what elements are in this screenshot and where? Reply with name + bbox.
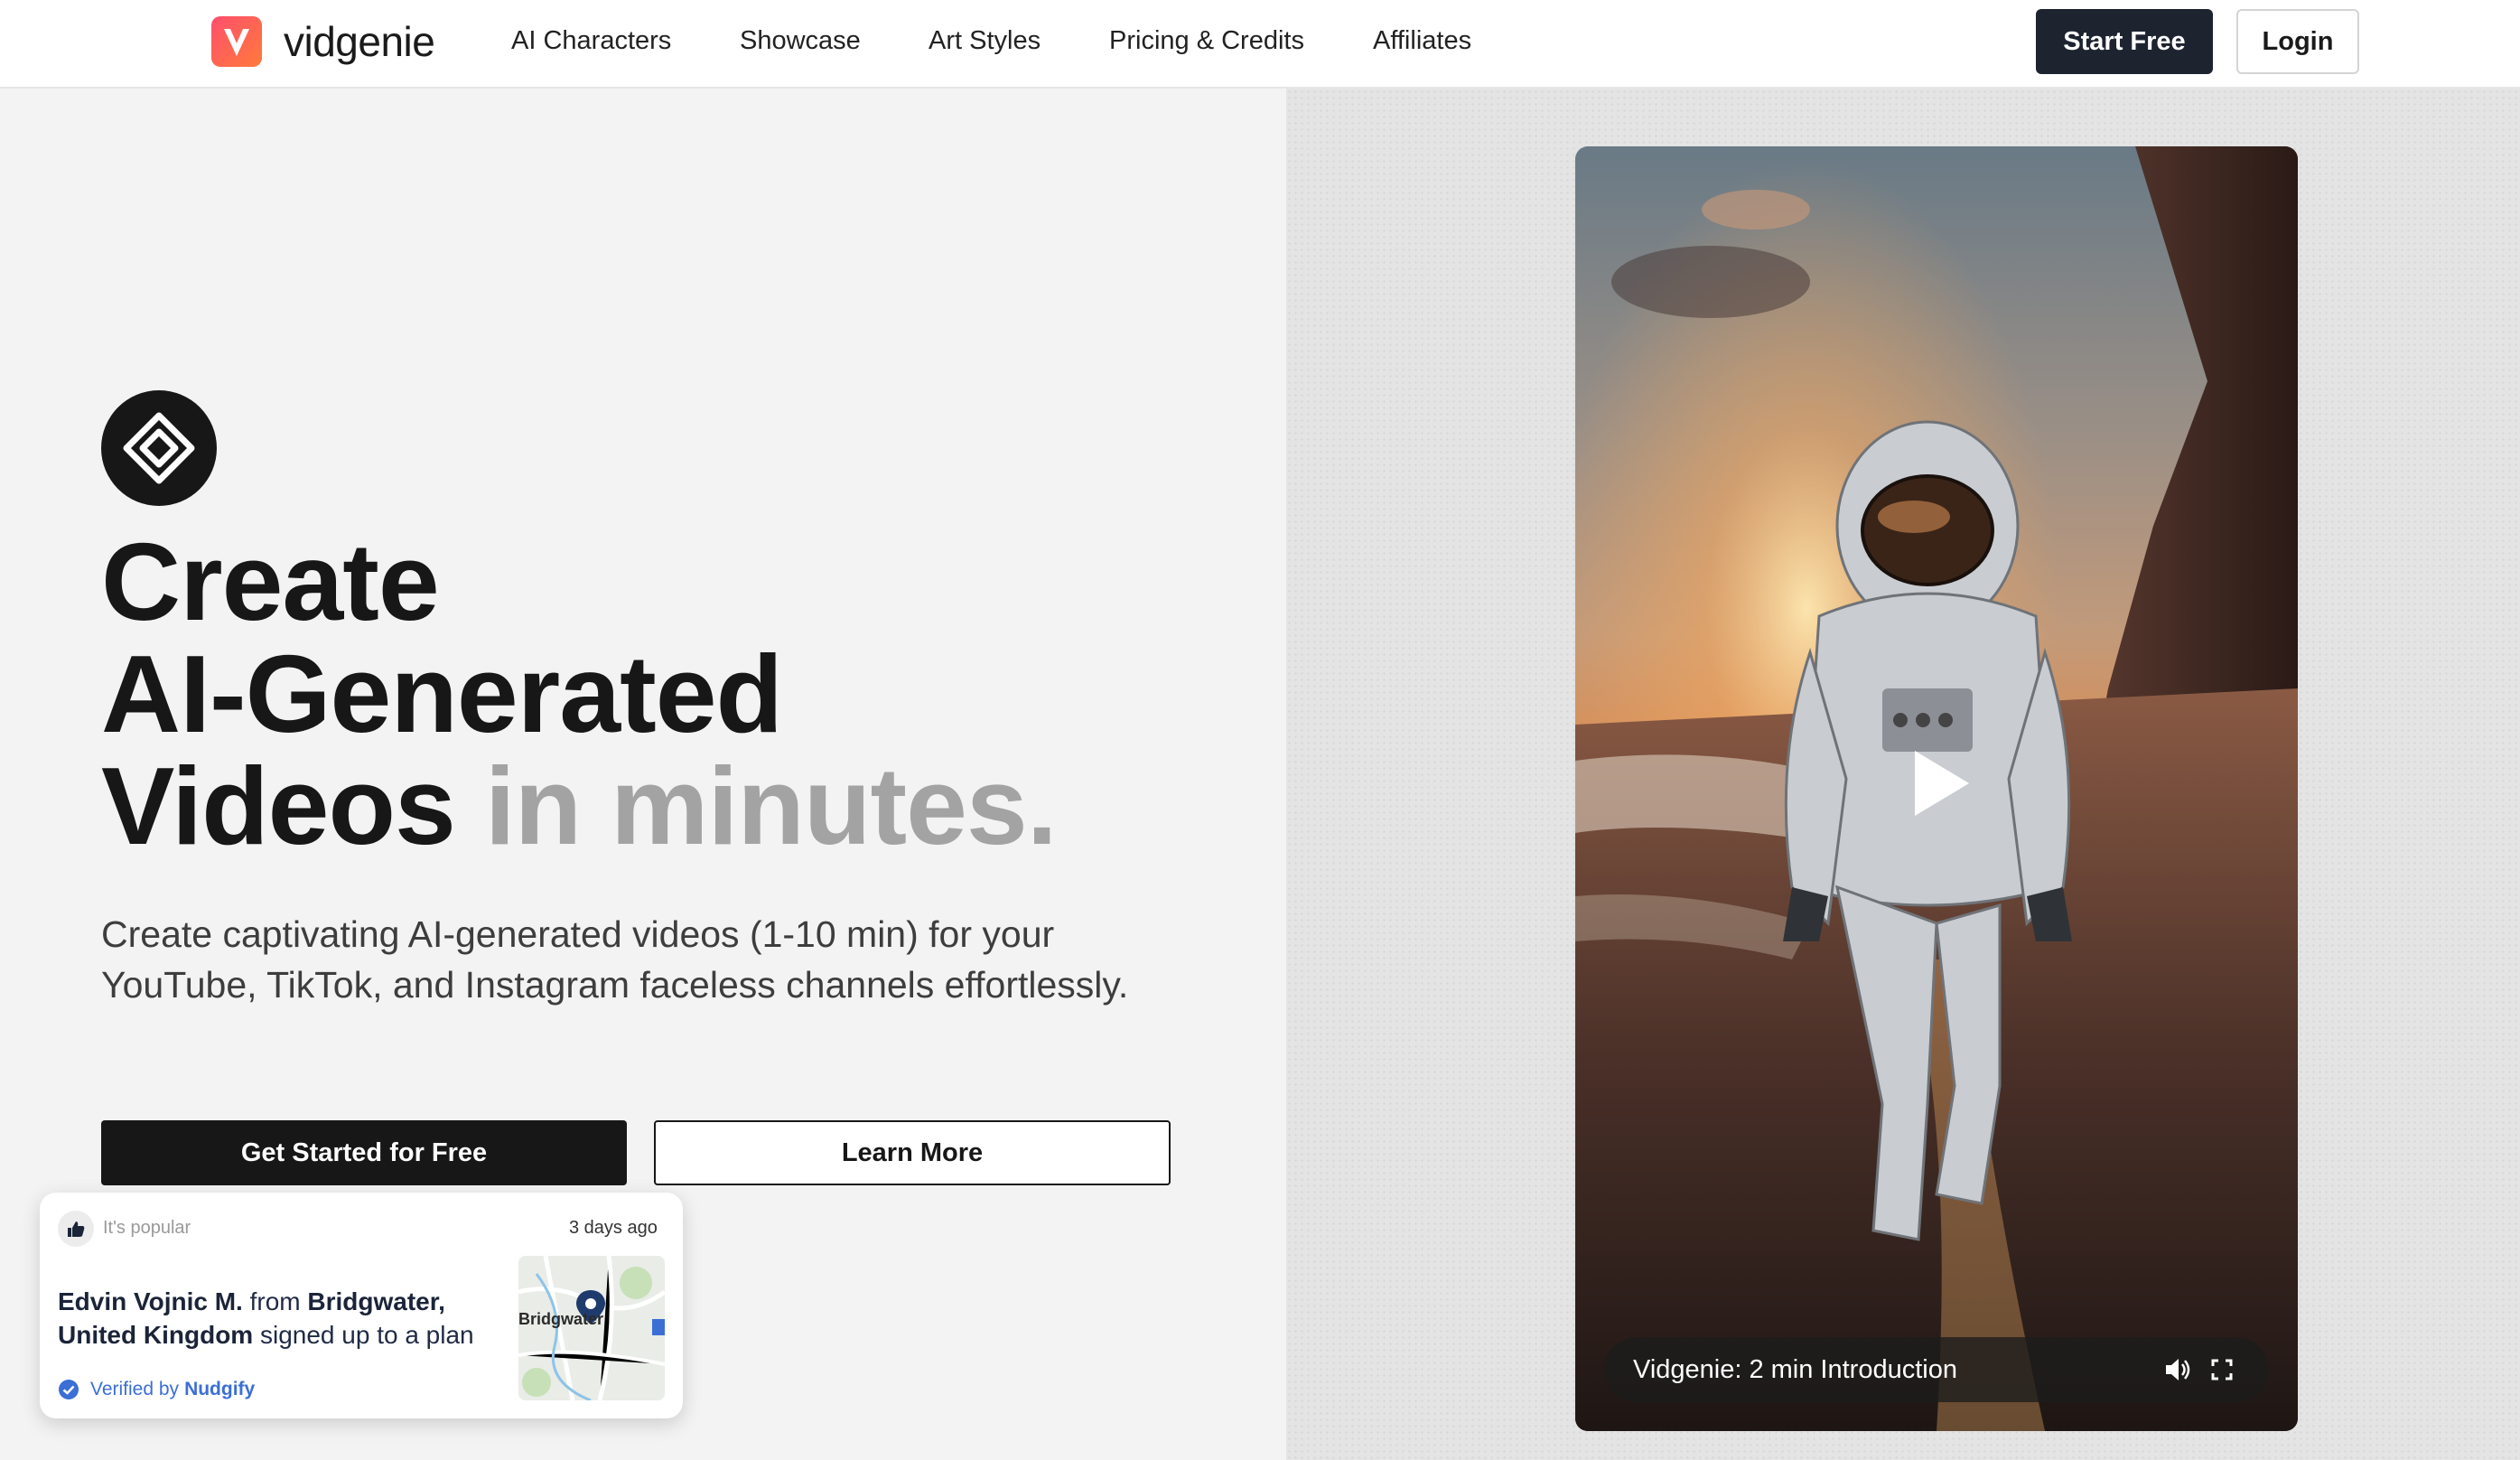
hero-subtitle: Create captivating AI-generated videos (… xyxy=(101,913,1129,1006)
hero-title-in-minutes: in minutes. xyxy=(484,744,1058,867)
thumbs-up-icon xyxy=(58,1211,94,1247)
top-nav: vidgenie AI Characters Showcase Art Styl… xyxy=(0,0,2520,89)
notification-tag: It's popular xyxy=(103,1218,191,1238)
verified-label: Verified by xyxy=(90,1379,180,1399)
hero-title-videos: Videos xyxy=(101,744,456,867)
nav-link-affiliates[interactable]: Affiliates xyxy=(1373,26,1471,56)
nav-link-pricing[interactable]: Pricing & Credits xyxy=(1109,26,1304,56)
location-map: Bridgwater xyxy=(518,1256,665,1400)
nav-link-ai-characters[interactable]: AI Characters xyxy=(511,26,671,56)
verified-check-icon xyxy=(59,1380,79,1399)
brand-name: vidgenie xyxy=(284,18,435,65)
signup-notification[interactable]: It's popular 3 days ago Edvin Vojnic M. … xyxy=(40,1193,683,1418)
notification-message: Edvin Vojnic M. from Bridgwater, United … xyxy=(58,1285,527,1352)
notification-from: from xyxy=(249,1287,301,1315)
start-free-button[interactable]: Start Free xyxy=(2036,9,2213,74)
get-started-button[interactable]: Get Started for Free xyxy=(101,1120,627,1185)
hero-badge-icon xyxy=(101,390,217,506)
brand-logo[interactable]: vidgenie xyxy=(211,16,435,67)
learn-more-button[interactable]: Learn More xyxy=(654,1120,1171,1185)
map-label: Bridgwater xyxy=(518,1310,604,1328)
notification-time: 3 days ago xyxy=(569,1218,658,1238)
notification-name: Edvin Vojnic M. xyxy=(58,1287,243,1315)
nav-link-art-styles[interactable]: Art Styles xyxy=(929,26,1041,56)
play-icon[interactable] xyxy=(1909,747,1973,819)
intro-video-player[interactable]: Vidgenie: 2 min Introduction xyxy=(1575,146,2298,1431)
hero-title-line2: AI-Generated xyxy=(101,632,783,755)
volume-icon[interactable] xyxy=(2164,1357,2191,1382)
login-button[interactable]: Login xyxy=(2236,9,2359,74)
video-control-bar: Vidgenie: 2 min Introduction xyxy=(1604,1337,2269,1402)
verified-badge: Verified by Nudgify xyxy=(58,1379,255,1400)
verified-brand[interactable]: Nudgify xyxy=(184,1379,255,1400)
vidgenie-logo-icon xyxy=(211,16,262,67)
hero-title: Create AI-Generated Videos in minutes. xyxy=(101,520,1058,862)
hero-title-line1: Create xyxy=(101,520,440,643)
fullscreen-icon[interactable] xyxy=(2211,1359,2233,1380)
nav-link-showcase[interactable]: Showcase xyxy=(740,26,861,56)
video-title: Vidgenie: 2 min Introduction xyxy=(1633,1355,1957,1384)
hero-title-line3: Videos in minutes. xyxy=(101,750,1058,862)
notification-action: signed up to a plan xyxy=(259,1321,474,1349)
